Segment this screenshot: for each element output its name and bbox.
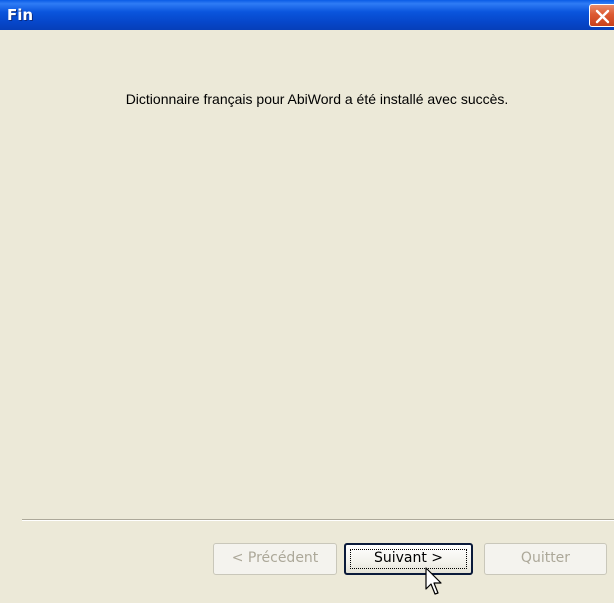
window-title: Fin	[7, 6, 34, 24]
title-bar[interactable]: Fin	[0, 0, 614, 30]
quit-button[interactable]: Quitter	[484, 543, 607, 575]
close-button[interactable]	[589, 4, 614, 27]
mouse-pointer-icon	[425, 567, 442, 595]
previous-button-label: < Précédent	[231, 550, 319, 566]
button-separator	[22, 519, 614, 521]
previous-button[interactable]: < Précédent	[213, 543, 337, 575]
next-button-label: Suivant >	[373, 550, 444, 566]
quit-button-label: Quitter	[520, 550, 571, 566]
installer-dialog: Fin Dictionnaire français pour AbiWord a…	[0, 0, 614, 603]
completion-message-row: Dictionnaire français pour AbiWord a été…	[0, 91, 614, 107]
completion-message: Dictionnaire français pour AbiWord a été…	[125, 91, 509, 107]
next-button[interactable]: Suivant >	[344, 543, 473, 575]
close-icon	[595, 9, 610, 24]
